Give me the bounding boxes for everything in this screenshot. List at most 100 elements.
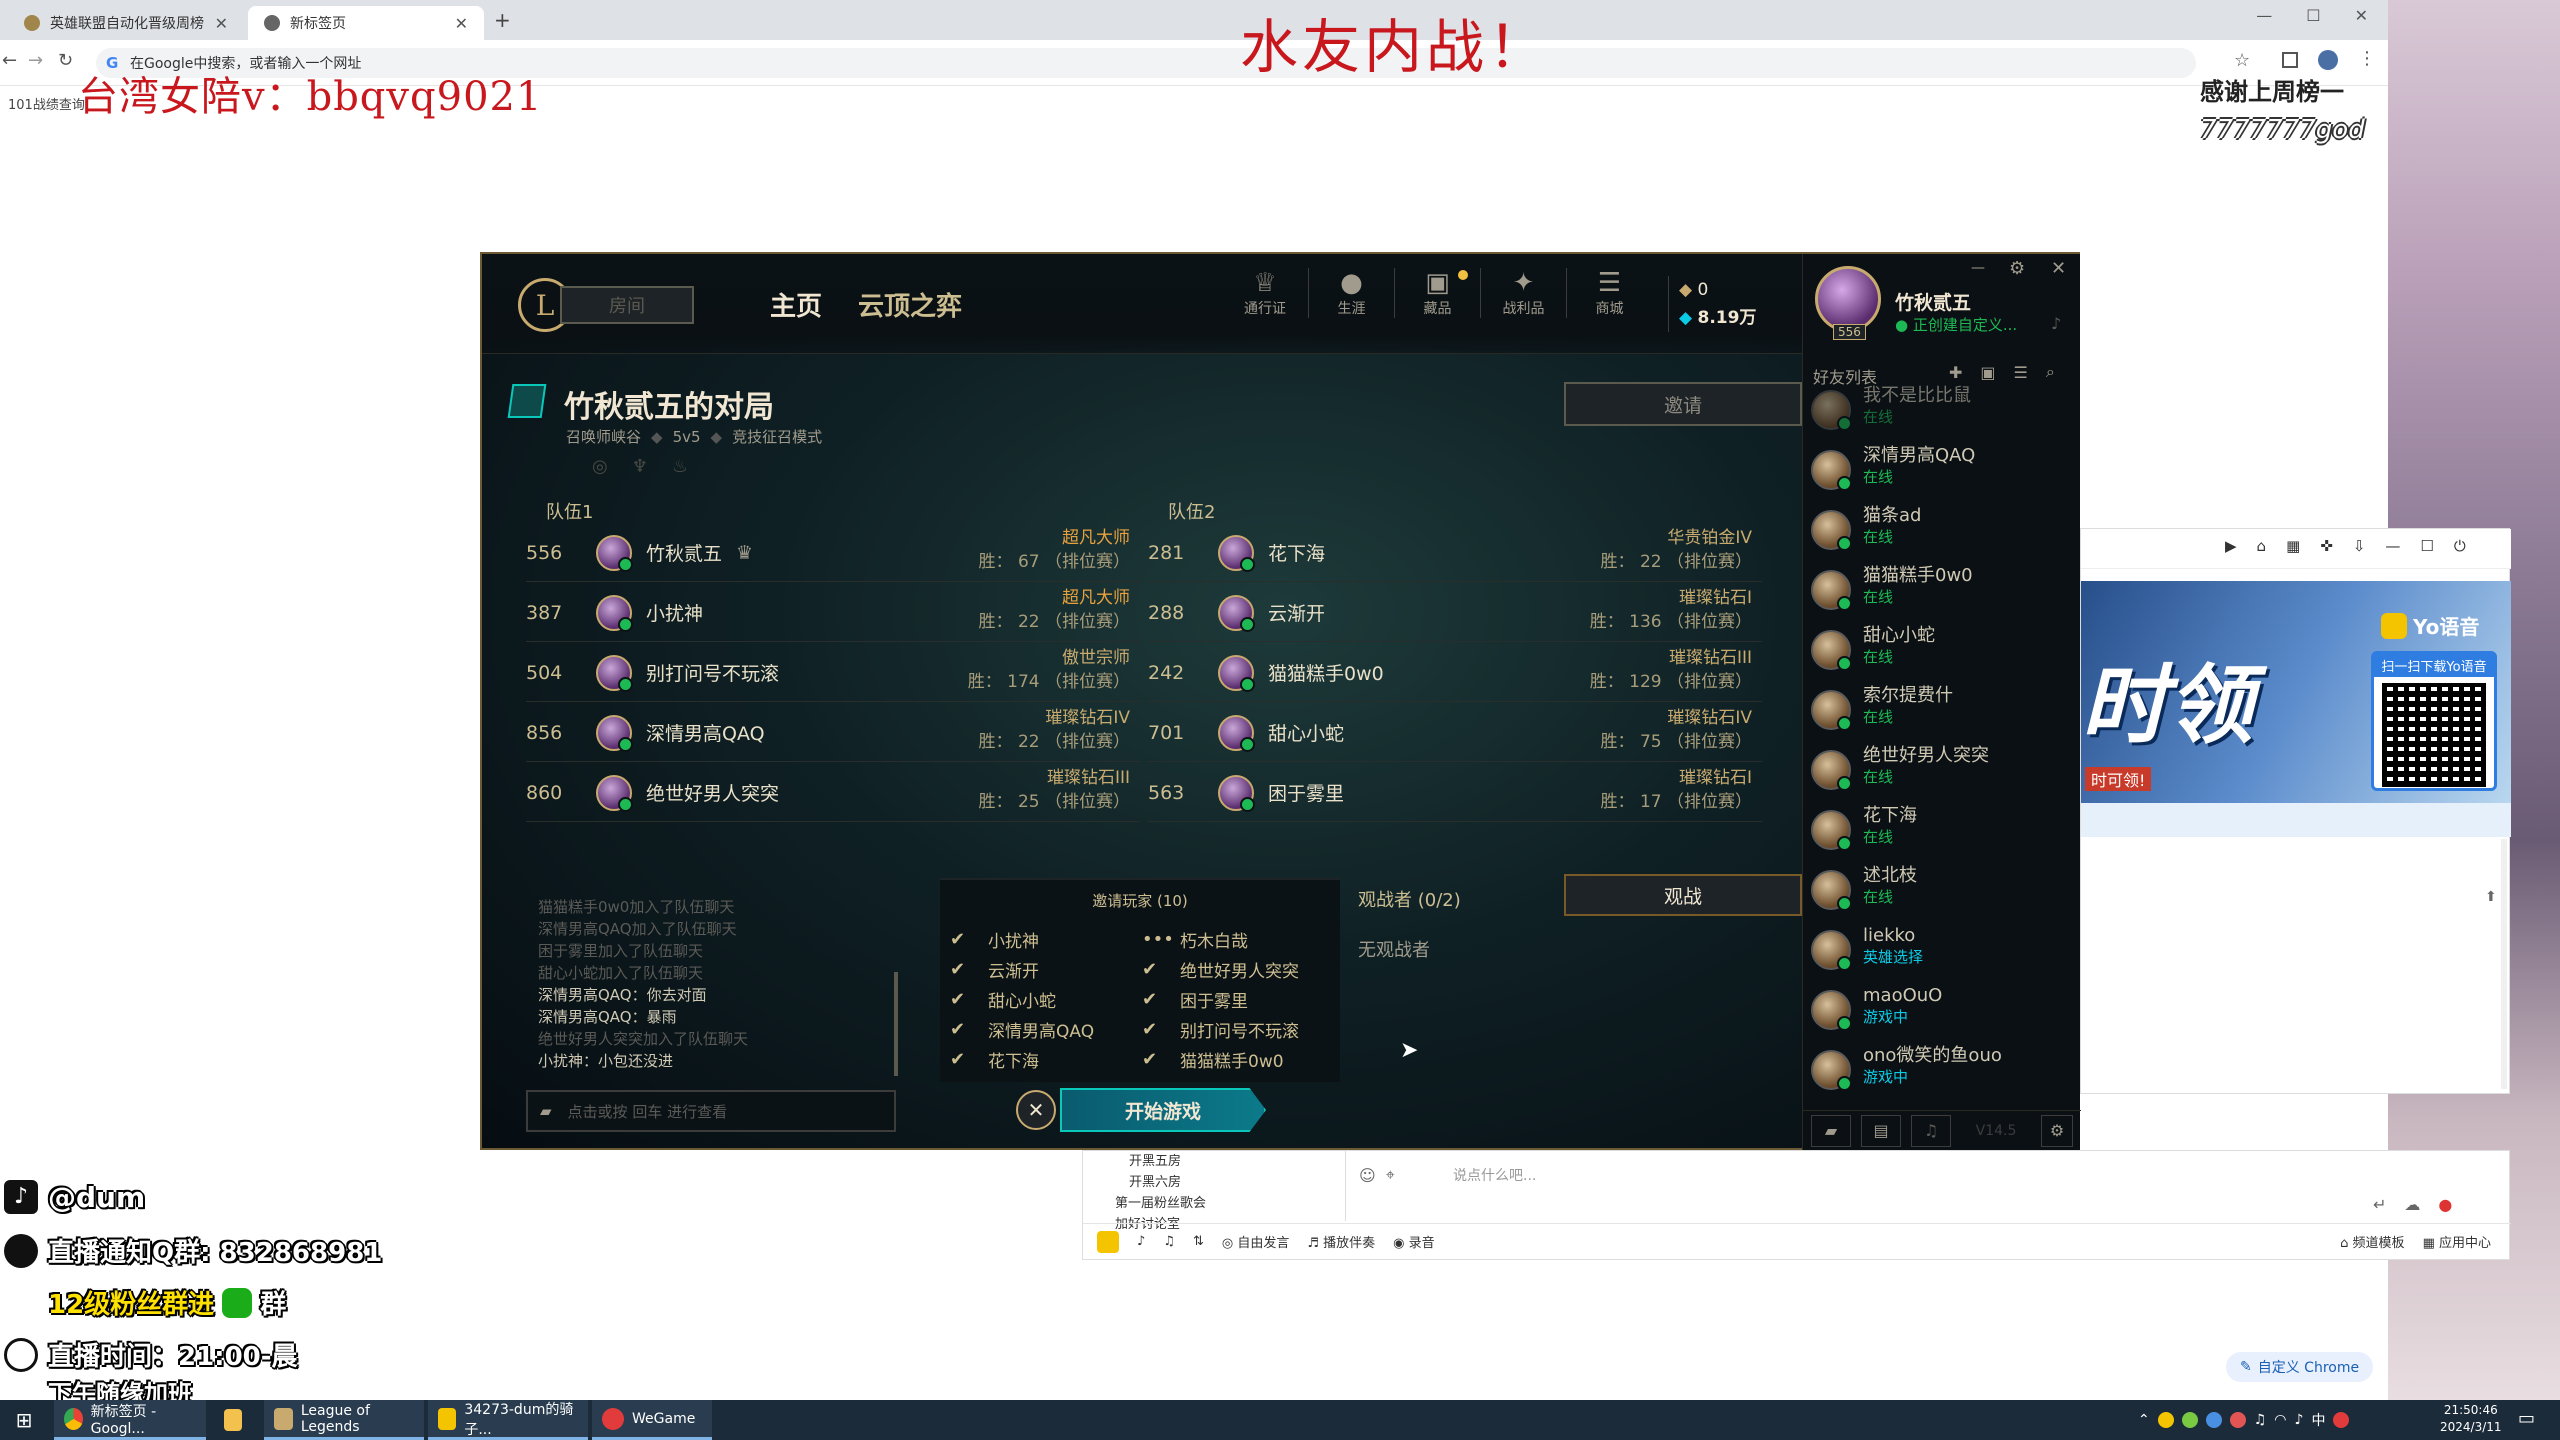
friend-item[interactable]: ono微笑的鱼ouo 游戏中 [1811, 1044, 2081, 1094]
nav-career[interactable]: ● 生涯 [1308, 268, 1394, 318]
taskbar-explorer[interactable] [214, 1400, 260, 1440]
player-row[interactable]: 504 别打问号不玩滚 傲世宗师 胜： 174 （排位赛） [526, 644, 1140, 702]
bubble-icon[interactable]: ☁ [2404, 1195, 2420, 1214]
player-row[interactable]: 281 花下海 华贵铂金IV 胜： 22 （排位赛） [1148, 524, 1762, 582]
friend-item[interactable]: 我不是比比鼠 在线 [1811, 384, 2081, 444]
nav-collection[interactable]: ▣ 藏品 [1394, 268, 1480, 318]
close-button[interactable]: ✕ [2355, 6, 2368, 25]
sidepanel-icon[interactable] [2282, 52, 2298, 68]
mission-icon[interactable]: ▤ [1861, 1114, 1901, 1147]
home-icon[interactable]: ⌂ [2257, 537, 2267, 555]
add-friend-icon[interactable]: ✚ [1949, 363, 1962, 382]
tray-wifi-icon[interactable]: ◠ [2274, 1412, 2286, 1428]
play-music[interactable]: ♬ 播放伴奏 [1307, 1232, 1375, 1251]
tray-mic-icon[interactable]: ♫ [2254, 1412, 2267, 1428]
maximize-icon[interactable]: ☐ [2420, 537, 2433, 555]
taskbar-league[interactable]: League of Legends [264, 1400, 424, 1440]
start-game-button[interactable]: 开始游戏 [1060, 1088, 1266, 1132]
role-wings-icon[interactable]: ♆ [632, 456, 648, 477]
close-icon[interactable]: ✕ [215, 14, 228, 33]
list-icon[interactable]: ☰ [2014, 363, 2028, 382]
reload-icon[interactable]: ↻ [58, 50, 73, 71]
notification-bell-icon[interactable]: ♪ [2051, 314, 2061, 333]
player-row[interactable]: 387 小扰神 超凡大师 胜： 22 （排位赛） [526, 584, 1140, 642]
speaker-icon[interactable]: ♪ [1137, 1234, 1145, 1249]
minimize-icon[interactable]: — [1971, 260, 1985, 276]
power-icon[interactable]: ⏻ [2454, 537, 2466, 555]
browser-tab-2[interactable]: 新标签页 ✕ [248, 6, 484, 40]
tray-app-icon[interactable] [2181, 1412, 2198, 1428]
chat-input[interactable]: ▰ 点击或按 回车 进行查看 [526, 1090, 896, 1132]
send-icon[interactable]: ↵ [2373, 1195, 2386, 1214]
friend-item[interactable]: maoOuO 游戏中 [1811, 984, 2081, 1044]
tray-volume-icon[interactable]: ♪ [2295, 1412, 2304, 1428]
yo-scrollbar[interactable] [2501, 839, 2507, 1089]
scroll-up-icon[interactable]: ⬆ [2485, 889, 2497, 905]
nav-store[interactable]: ☰ 商城 [1566, 268, 1652, 318]
player-row[interactable]: 563 困于雾里 璀璨钻石I 胜： 17 （排位赛） [1148, 764, 1762, 822]
player-row[interactable]: 288 云渐开 璀璨钻石I 胜： 136 （排位赛） [1148, 584, 1762, 642]
chat-scrollbar[interactable] [894, 972, 898, 1076]
notification-icon[interactable]: ▭ [2518, 1408, 2535, 1429]
mic-icon[interactable]: ♫ [1163, 1234, 1175, 1249]
app-center[interactable]: ▦ 应用中心 [2423, 1232, 2491, 1251]
spectate-button[interactable]: 观战 [1564, 874, 1802, 916]
search-icon[interactable]: ⌕ [2046, 362, 2055, 382]
taskbar-chrome[interactable]: 新标签页 - Googl... [54, 1400, 206, 1440]
free-speech[interactable]: ◎ 自由发言 [1222, 1232, 1290, 1251]
player-row[interactable]: 556 竹秋贰五 ♛ 超凡大师 胜： 67 （排位赛） [526, 524, 1140, 582]
clock[interactable]: 21:50:46 2024/3/11 [2440, 1402, 2502, 1436]
nav-pass[interactable]: ♕ 通行证 [1222, 268, 1308, 318]
friend-item[interactable]: 深情男高QAQ 在线 [1811, 444, 2081, 504]
new-tab-icon[interactable]: + [494, 8, 511, 32]
mic-red-icon[interactable]: ● [2438, 1195, 2452, 1214]
mic-icon[interactable]: ♫ [1911, 1114, 1951, 1147]
friend-item[interactable]: 述北枝 在线 [1811, 864, 2081, 924]
minimize-button[interactable]: — [2256, 6, 2272, 25]
template[interactable]: ⌂ 频道模板 [2340, 1232, 2404, 1251]
profile-icon[interactable] [2318, 50, 2338, 70]
play-icon[interactable]: ▶ [2225, 537, 2237, 555]
player-row[interactable]: 701 甜心小蛇 璀璨钻石IV 胜： 75 （排位赛） [1148, 704, 1762, 762]
role-circle-icon[interactable]: ◎ [592, 456, 608, 477]
invite-button[interactable]: 邀请 [1564, 382, 1802, 426]
ime-indicator[interactable]: 中 [2311, 1410, 2325, 1430]
friend-item[interactable]: 甜心小蛇 在线 [1811, 624, 2081, 684]
avatar[interactable] [1815, 266, 1881, 332]
tray-app-icon[interactable] [2157, 1412, 2174, 1428]
emoji-icon[interactable]: ☺ [1359, 1166, 1376, 1185]
browser-tab-1[interactable]: 英雄联盟自动化晋级周榜 ✕ [8, 6, 244, 40]
settings-gear-icon[interactable]: ⚙ [2009, 258, 2025, 279]
channel-item[interactable]: 开黑六房 [1103, 1172, 1343, 1193]
friend-item[interactable]: 猫条ad 在线 [1811, 504, 2081, 564]
tray-app-icon[interactable] [2333, 1412, 2350, 1428]
maximize-button[interactable]: ☐ [2306, 6, 2320, 25]
taskbar-yy[interactable]: 34273-dum的骑子... [428, 1400, 588, 1440]
settings-icon[interactable]: ⚙ [2041, 1114, 2073, 1147]
tray-app-icon[interactable] [2205, 1412, 2222, 1428]
friend-item[interactable]: liekko 英雄选择 [1811, 924, 2081, 984]
start-button[interactable]: ⊞ [0, 1400, 48, 1440]
friend-item[interactable]: 绝世好男人突突 在线 [1811, 744, 2081, 804]
close-icon[interactable]: ✕ [2051, 258, 2066, 279]
back-icon[interactable]: ← [2, 50, 17, 71]
taskbar-wegame[interactable]: WeGame [592, 1400, 712, 1440]
yo-app-icon[interactable] [1097, 1230, 1119, 1253]
menu-icon[interactable]: ⋮ [2358, 48, 2376, 69]
friend-item[interactable]: 花下海 在线 [1811, 804, 2081, 864]
folder-icon[interactable]: ▣ [1980, 363, 1995, 382]
nav-tft[interactable]: 云顶之弈 [858, 286, 962, 323]
chat-input[interactable]: 说点什么吧... [1453, 1165, 1536, 1185]
channel-item[interactable]: 第一届粉丝歌会 [1103, 1193, 1343, 1214]
star-icon[interactable]: ☆ [2234, 50, 2250, 71]
channel-item[interactable]: 开黑五房 [1103, 1151, 1343, 1172]
chat-icon[interactable]: ▰ [1811, 1114, 1851, 1147]
player-row[interactable]: 856 深情男高QAQ 璀璨钻石IV 胜： 22 （排位赛） [526, 704, 1140, 762]
cancel-lobby-button[interactable]: ✕ [1016, 1090, 1056, 1130]
tray-app-icon[interactable] [2229, 1412, 2246, 1428]
role-flame-icon[interactable]: ♨ [672, 456, 688, 477]
bookmark-item[interactable]: 101战绩查询 [8, 94, 85, 113]
forward-icon[interactable]: → [28, 50, 43, 71]
customize-chrome-button[interactable]: ✎ 自定义 Chrome [2226, 1352, 2374, 1382]
tray-up-icon[interactable]: ⌃ [2138, 1412, 2150, 1428]
